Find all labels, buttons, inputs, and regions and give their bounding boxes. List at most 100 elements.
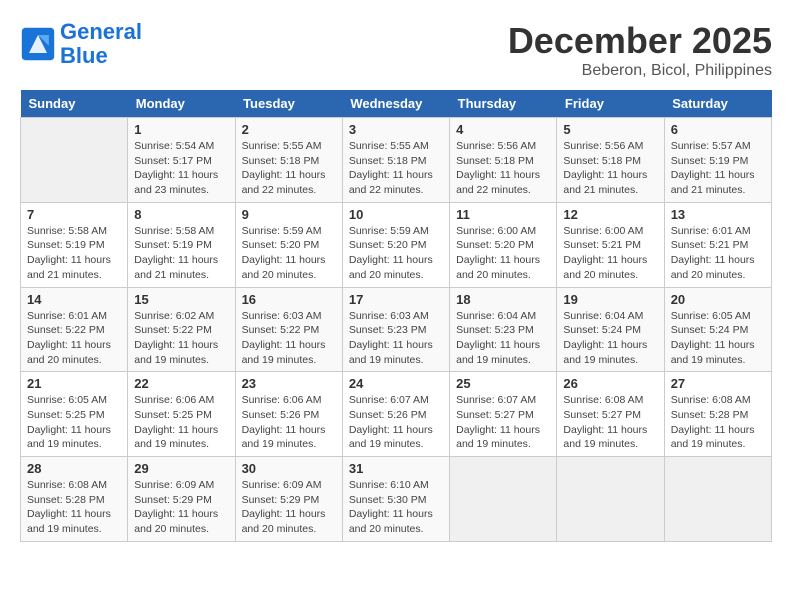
header-saturday: Saturday	[664, 90, 771, 118]
calendar-cell: 31 Sunrise: 6:10 AMSunset: 5:30 PMDayligh…	[342, 457, 449, 542]
calendar-cell: 5Sunrise: 5:56 AMSunset: 5:18 PMDaylight…	[557, 118, 664, 203]
day-number: 18	[456, 292, 550, 307]
day-number: 22	[134, 376, 228, 391]
day-info: Sunrise: 6:09 AMSunset: 5:29 PMDaylight:…	[134, 478, 228, 537]
day-number: 17	[349, 292, 443, 307]
day-info: Sunrise: 6:01 AMSunset: 5:22 PMDaylight:…	[27, 309, 121, 368]
day-info: Sunrise: 6:10 AMSunset: 5:30 PMDaylight:…	[349, 478, 443, 537]
calendar-cell: 9 Sunrise: 5:59 AMSunset: 5:20 PMDaylight…	[235, 202, 342, 287]
calendar-cell: 3Sunrise: 5:55 AMSunset: 5:18 PMDaylight…	[342, 118, 449, 203]
logo-text: General Blue	[60, 20, 142, 68]
day-info: Sunrise: 6:02 AMSunset: 5:22 PMDaylight:…	[134, 309, 228, 368]
calendar-cell	[664, 457, 771, 542]
calendar-cell	[557, 457, 664, 542]
day-number: 13	[671, 207, 765, 222]
day-number: 5	[563, 122, 657, 137]
title-block: December 2025 Beberon, Bicol, Philippine…	[508, 20, 772, 80]
day-info: Sunrise: 6:06 AMSunset: 5:25 PMDaylight:…	[134, 393, 228, 452]
calendar-table: SundayMondayTuesdayWednesdayThursdayFrid…	[20, 90, 772, 542]
location-title: Beberon, Bicol, Philippines	[508, 62, 772, 80]
day-number: 6	[671, 122, 765, 137]
calendar-cell: 26Sunrise: 6:08 AMSunset: 5:27 PMDayligh…	[557, 372, 664, 457]
day-number: 31	[349, 461, 443, 476]
day-number: 27	[671, 376, 765, 391]
header-monday: Monday	[128, 90, 235, 118]
logo-line1: General	[60, 19, 142, 44]
day-info: Sunrise: 6:07 AMSunset: 5:26 PMDaylight:…	[349, 393, 443, 452]
calendar-cell: 7Sunrise: 5:58 AMSunset: 5:19 PMDaylight…	[21, 202, 128, 287]
day-number: 10	[349, 207, 443, 222]
calendar-cell	[21, 118, 128, 203]
calendar-cell: 12 Sunrise: 6:00 AMSunset: 5:21 PMDayligh…	[557, 202, 664, 287]
day-info: Sunrise: 5:54 AMSunset: 5:17 PMDaylight:…	[134, 139, 228, 198]
day-number: 30	[242, 461, 336, 476]
month-title: December 2025	[508, 20, 772, 62]
calendar-header-row: SundayMondayTuesdayWednesdayThursdayFrid…	[21, 90, 772, 118]
day-number: 9	[242, 207, 336, 222]
day-info: Sunrise: 5:59 AMSunset: 5:20 PMDaylight:…	[349, 224, 443, 283]
day-number: 24	[349, 376, 443, 391]
calendar-cell: 11Sunrise: 6:00 AMSunset: 5:20 PMDayligh…	[450, 202, 557, 287]
header-thursday: Thursday	[450, 90, 557, 118]
day-info: Sunrise: 6:03 AMSunset: 5:23 PMDaylight:…	[349, 309, 443, 368]
calendar-week-4: 21 Sunrise: 6:05 AMSunset: 5:25 PMDayligh…	[21, 372, 772, 457]
calendar-cell: 16 Sunrise: 6:03 AMSunset: 5:22 PMDayligh…	[235, 287, 342, 372]
calendar-week-2: 7Sunrise: 5:58 AMSunset: 5:19 PMDaylight…	[21, 202, 772, 287]
day-number: 28	[27, 461, 121, 476]
day-number: 29	[134, 461, 228, 476]
day-info: Sunrise: 6:05 AMSunset: 5:25 PMDaylight:…	[27, 393, 121, 452]
calendar-cell: 25Sunrise: 6:07 AMSunset: 5:27 PMDayligh…	[450, 372, 557, 457]
calendar-cell: 21 Sunrise: 6:05 AMSunset: 5:25 PMDayligh…	[21, 372, 128, 457]
day-number: 21	[27, 376, 121, 391]
day-number: 2	[242, 122, 336, 137]
calendar-cell: 29 Sunrise: 6:09 AMSunset: 5:29 PMDayligh…	[128, 457, 235, 542]
day-number: 19	[563, 292, 657, 307]
calendar-cell: 15 Sunrise: 6:02 AMSunset: 5:22 PMDayligh…	[128, 287, 235, 372]
logo-icon	[20, 26, 56, 62]
calendar-week-3: 14 Sunrise: 6:01 AMSunset: 5:22 PMDayligh…	[21, 287, 772, 372]
calendar-week-5: 28 Sunrise: 6:08 AMSunset: 5:28 PMDayligh…	[21, 457, 772, 542]
day-number: 14	[27, 292, 121, 307]
page-header: General Blue December 2025 Beberon, Bico…	[20, 20, 772, 80]
day-number: 12	[563, 207, 657, 222]
day-number: 16	[242, 292, 336, 307]
day-number: 1	[134, 122, 228, 137]
calendar-cell: 23Sunrise: 6:06 AMSunset: 5:26 PMDayligh…	[235, 372, 342, 457]
day-info: Sunrise: 6:04 AMSunset: 5:23 PMDaylight:…	[456, 309, 550, 368]
day-info: Sunrise: 5:57 AMSunset: 5:19 PMDaylight:…	[671, 139, 765, 198]
day-info: Sunrise: 5:58 AMSunset: 5:19 PMDaylight:…	[134, 224, 228, 283]
day-info: Sunrise: 5:58 AMSunset: 5:19 PMDaylight:…	[27, 224, 121, 283]
calendar-cell: 28 Sunrise: 6:08 AMSunset: 5:28 PMDayligh…	[21, 457, 128, 542]
day-info: Sunrise: 6:08 AMSunset: 5:28 PMDaylight:…	[671, 393, 765, 452]
day-info: Sunrise: 6:01 AMSunset: 5:21 PMDaylight:…	[671, 224, 765, 283]
day-number: 3	[349, 122, 443, 137]
day-number: 20	[671, 292, 765, 307]
day-number: 23	[242, 376, 336, 391]
calendar-cell: 19Sunrise: 6:04 AMSunset: 5:24 PMDayligh…	[557, 287, 664, 372]
calendar-cell: 30Sunrise: 6:09 AMSunset: 5:29 PMDayligh…	[235, 457, 342, 542]
day-info: Sunrise: 5:55 AMSunset: 5:18 PMDaylight:…	[242, 139, 336, 198]
logo-line2: Blue	[60, 43, 108, 68]
calendar-cell: 18 Sunrise: 6:04 AMSunset: 5:23 PMDayligh…	[450, 287, 557, 372]
day-info: Sunrise: 6:08 AMSunset: 5:28 PMDaylight:…	[27, 478, 121, 537]
day-info: Sunrise: 5:56 AMSunset: 5:18 PMDaylight:…	[456, 139, 550, 198]
day-info: Sunrise: 5:59 AMSunset: 5:20 PMDaylight:…	[242, 224, 336, 283]
calendar-cell: 10 Sunrise: 5:59 AMSunset: 5:20 PMDayligh…	[342, 202, 449, 287]
calendar-cell: 6 Sunrise: 5:57 AMSunset: 5:19 PMDaylight…	[664, 118, 771, 203]
day-info: Sunrise: 6:08 AMSunset: 5:27 PMDaylight:…	[563, 393, 657, 452]
calendar-cell: 17 Sunrise: 6:03 AMSunset: 5:23 PMDayligh…	[342, 287, 449, 372]
day-number: 15	[134, 292, 228, 307]
day-number: 4	[456, 122, 550, 137]
day-number: 11	[456, 207, 550, 222]
day-number: 8	[134, 207, 228, 222]
calendar-cell: 27 Sunrise: 6:08 AMSunset: 5:28 PMDayligh…	[664, 372, 771, 457]
day-info: Sunrise: 6:00 AMSunset: 5:21 PMDaylight:…	[563, 224, 657, 283]
header-wednesday: Wednesday	[342, 90, 449, 118]
calendar-cell: 22 Sunrise: 6:06 AMSunset: 5:25 PMDayligh…	[128, 372, 235, 457]
calendar-cell: 24 Sunrise: 6:07 AMSunset: 5:26 PMDayligh…	[342, 372, 449, 457]
header-tuesday: Tuesday	[235, 90, 342, 118]
header-friday: Friday	[557, 90, 664, 118]
day-info: Sunrise: 6:03 AMSunset: 5:22 PMDaylight:…	[242, 309, 336, 368]
calendar-cell: 8 Sunrise: 5:58 AMSunset: 5:19 PMDaylight…	[128, 202, 235, 287]
calendar-cell: 13 Sunrise: 6:01 AMSunset: 5:21 PMDayligh…	[664, 202, 771, 287]
